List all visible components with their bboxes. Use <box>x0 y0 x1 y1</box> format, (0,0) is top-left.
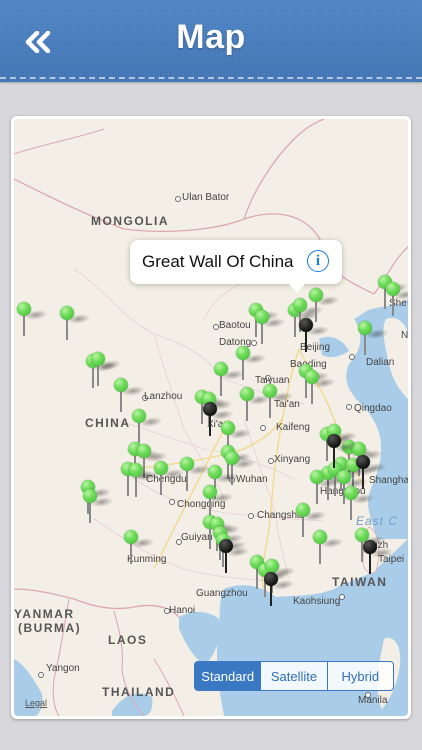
city-label-kaifeng: Kaifeng <box>276 422 310 433</box>
city-label-n: N <box>401 330 408 341</box>
location-pin[interactable] <box>132 409 166 445</box>
city-label-hanoi: Hanoi <box>169 605 196 616</box>
location-pin[interactable] <box>214 362 248 398</box>
city-dot <box>38 672 44 678</box>
city-dot <box>175 196 181 202</box>
city-dot <box>346 404 352 410</box>
city-dot <box>260 425 266 431</box>
location-pin[interactable] <box>60 306 94 342</box>
location-pin[interactable] <box>91 352 125 388</box>
city-dot <box>248 513 254 519</box>
location-pin[interactable] <box>386 282 408 318</box>
city-label-shanghai: Shanghai <box>369 475 408 486</box>
selected-location-pin[interactable] <box>219 539 253 575</box>
nav-stitch-divider <box>0 77 422 79</box>
segment-hybrid[interactable]: Hybrid <box>328 662 393 690</box>
selected-location-pin[interactable] <box>264 572 298 608</box>
country-label-laos: LAOS <box>108 633 148 647</box>
selected-location-pin[interactable] <box>299 318 333 354</box>
location-pin[interactable] <box>236 346 270 382</box>
selected-location-pin[interactable] <box>356 455 390 491</box>
country-label-myanmar-sub: (BURMA) <box>18 621 82 635</box>
city-label-xinyang: Xinyang <box>274 454 311 465</box>
city-label-dalian: Dalian <box>366 357 395 368</box>
city-label-ulan-bator: Ulan Bator <box>182 192 230 203</box>
selected-location-pin[interactable] <box>203 402 237 438</box>
city-label-manila: Manila <box>358 695 388 706</box>
callout-title: Great Wall Of China <box>142 252 294 271</box>
location-pin[interactable] <box>114 378 148 414</box>
location-pin[interactable] <box>83 489 117 525</box>
city-label-baotou: Baotou <box>219 320 251 331</box>
annotation-callout[interactable]: Great Wall Of China i <box>130 240 342 293</box>
city-label-kaohsiung: Kaohsiung <box>293 596 341 607</box>
country-label-myanmar: YANMAR <box>14 607 75 621</box>
location-pin[interactable] <box>296 503 330 539</box>
city-label-lanzhou: Lanzhou <box>144 391 183 402</box>
location-pin[interactable] <box>129 463 163 499</box>
location-pin[interactable] <box>154 461 188 497</box>
city-label-qingdao: Qingdao <box>354 403 392 414</box>
location-pin[interactable] <box>313 530 347 566</box>
location-pin[interactable] <box>263 384 297 420</box>
country-label-mongolia: MONGOLIA <box>91 214 169 228</box>
location-pin[interactable] <box>180 457 214 493</box>
city-label-yangon: Yangon <box>46 663 80 674</box>
country-label-china: CHINA <box>85 416 131 430</box>
location-pin[interactable] <box>124 530 158 566</box>
navigation-bar: Map <box>0 0 422 82</box>
legal-link[interactable]: Legal <box>25 698 47 708</box>
city-dot <box>349 354 355 360</box>
segment-satellite[interactable]: Satellite <box>261 662 328 690</box>
sea-label-east-china: East C <box>356 514 399 528</box>
segment-standard[interactable]: Standard <box>195 662 262 690</box>
page-title: Map <box>176 18 246 56</box>
location-pin[interactable] <box>310 470 344 506</box>
location-pin[interactable] <box>344 486 378 522</box>
location-pin[interactable] <box>17 302 51 338</box>
country-label-thailand: THAILAND <box>102 685 176 699</box>
map-card: MONGOLIA CHINA LAOS THAILAND TAIWAN YANM… <box>11 116 411 719</box>
selected-location-pin[interactable] <box>327 434 361 470</box>
location-pin[interactable] <box>240 387 274 423</box>
city-label-wuhan: Wuhan <box>236 474 268 485</box>
location-pin[interactable] <box>305 370 339 406</box>
map-view[interactable]: MONGOLIA CHINA LAOS THAILAND TAIWAN YANM… <box>14 119 408 716</box>
city-dot <box>169 499 175 505</box>
selected-location-pin[interactable] <box>363 540 397 576</box>
country-label-taiwan: TAIWAN <box>332 575 388 589</box>
map-type-segmented-control: Standard Satellite Hybrid <box>194 661 394 691</box>
location-pin[interactable] <box>358 321 392 357</box>
info-glyph: i <box>315 252 321 269</box>
info-icon[interactable]: i <box>307 250 329 272</box>
location-pin[interactable] <box>255 310 289 346</box>
city-label-guangzhou: Guangzhou <box>196 588 248 599</box>
